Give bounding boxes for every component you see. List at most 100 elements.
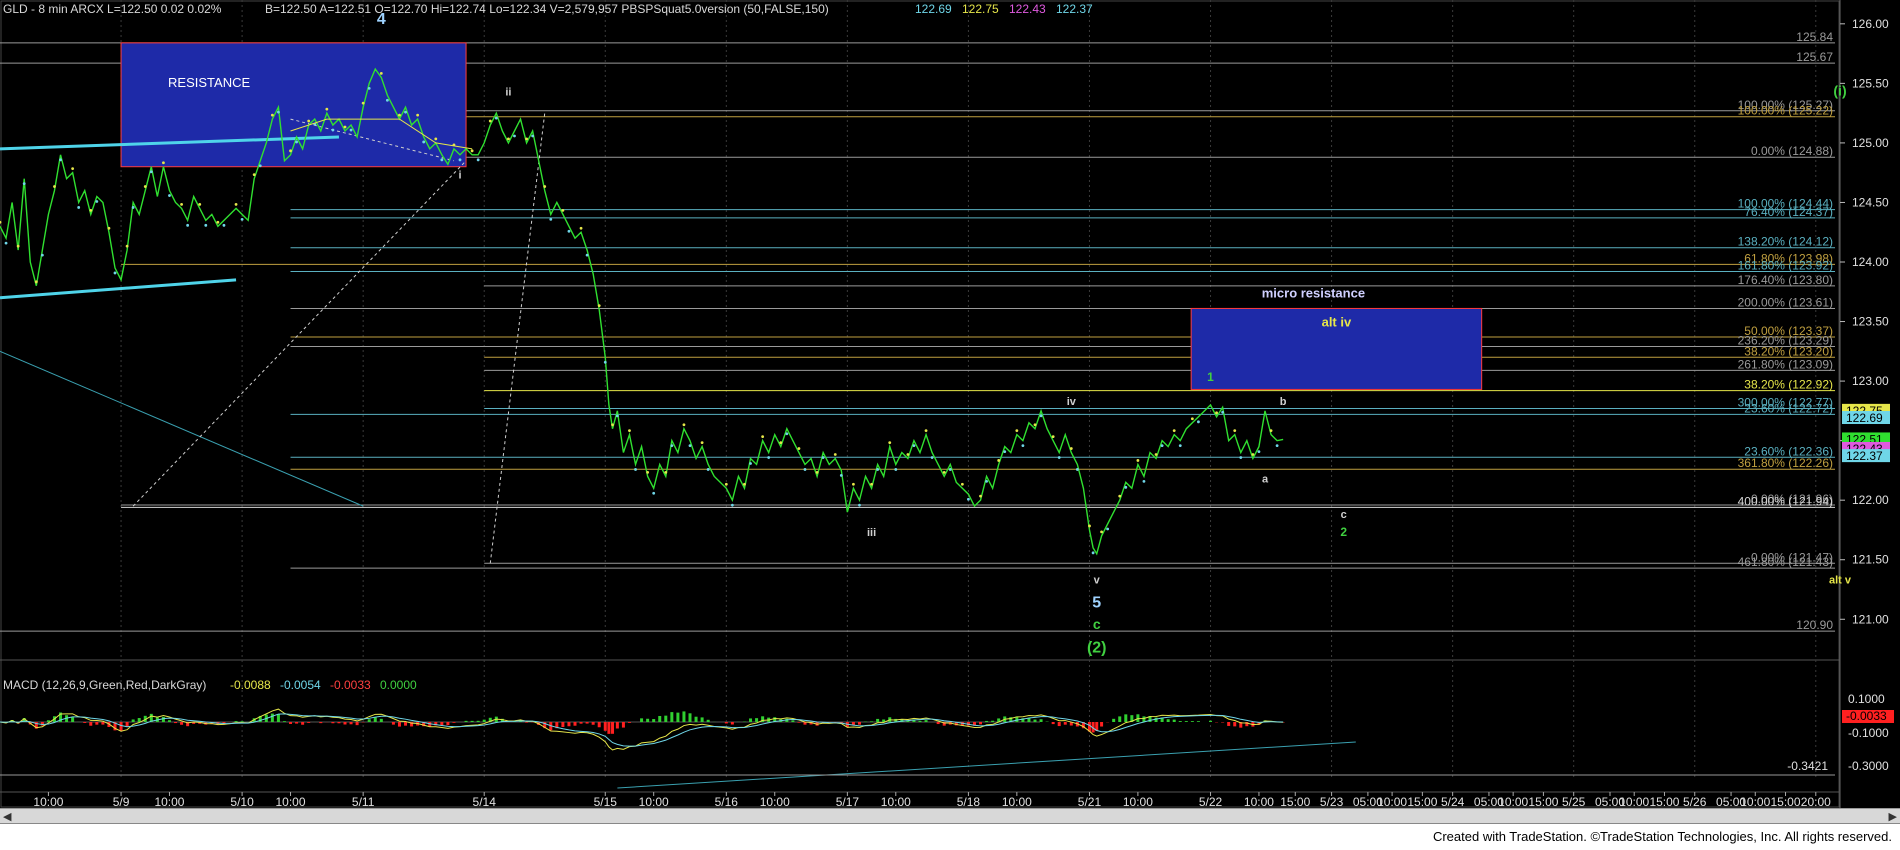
price-dot	[95, 200, 99, 203]
wave-label: c	[1341, 509, 1347, 521]
price-dot	[162, 161, 165, 165]
price-dot	[803, 468, 807, 471]
price-dot	[549, 217, 553, 221]
price-dot	[585, 253, 589, 257]
x-tick-label: 10:00	[881, 795, 911, 808]
indicator-value: 122.37	[1056, 2, 1093, 16]
price-dot	[258, 164, 262, 168]
price-dot	[1275, 444, 1279, 448]
x-tick-label: 5/15	[594, 795, 618, 808]
price-dot	[858, 503, 861, 507]
price-dot	[34, 280, 38, 284]
macd-label: MACD (12,26,9,Green,Red,DarkGray)	[3, 678, 206, 692]
price-dot	[349, 128, 353, 132]
x-tick-label: 15:00	[1649, 795, 1679, 808]
level-label: 138.20% (124.12)	[1738, 235, 1833, 249]
x-tick-label: 5/9	[113, 795, 130, 808]
wave-label: alt v	[1829, 575, 1852, 587]
price-dot	[1091, 551, 1095, 555]
price-dot	[664, 470, 668, 474]
price-dot	[143, 185, 147, 188]
price-dot	[1075, 468, 1079, 471]
zone-box	[120, 42, 467, 168]
price-dot	[567, 229, 571, 233]
wave-label: i	[458, 170, 461, 182]
quote-info: B=122.50 A=122.51 O=122.70 Hi=122.74 Lo=…	[265, 2, 829, 16]
price-dot	[1015, 429, 1019, 433]
price-dot	[894, 468, 898, 471]
x-tick-label: 15:00	[1407, 795, 1437, 808]
x-tick-label: 5/18	[957, 795, 981, 808]
price-dot	[761, 435, 765, 439]
price-dot	[470, 149, 474, 153]
price-dot	[1021, 444, 1025, 448]
price-dot	[1051, 435, 1055, 439]
zone-label: alt iv	[1322, 314, 1352, 329]
price-dot	[852, 482, 855, 486]
price-dot	[839, 474, 843, 477]
price-dot	[398, 113, 401, 117]
y-tick-label: 123.50	[1852, 315, 1889, 329]
price-dot	[525, 137, 528, 141]
price-dot	[379, 72, 383, 75]
level-label: 0.00% (124.88)	[1751, 144, 1833, 158]
y-tick-label: 122.00	[1852, 493, 1889, 507]
price-dot	[71, 167, 75, 171]
x-tick-label: 15:00	[1771, 795, 1801, 808]
price-tag-label: 122.37	[1846, 449, 1883, 463]
macd-value: -0.0088	[230, 678, 271, 692]
price-dot	[670, 444, 674, 448]
price-dot	[1257, 450, 1261, 453]
price-dot	[652, 491, 656, 495]
price-dot	[180, 203, 183, 206]
x-tick-label: 10:00	[33, 795, 63, 808]
price-dot	[815, 470, 819, 474]
x-tick-label: 10:00	[1123, 795, 1153, 808]
indicator-value: 122.69	[915, 2, 952, 16]
price-dot	[730, 503, 734, 507]
chart-window: 125.84 125.67 100.00% (125.27) 100.00% (125…	[0, 0, 1900, 850]
price-dot	[404, 110, 407, 114]
price-dot	[204, 223, 208, 227]
price-dot	[579, 226, 583, 230]
price-dot	[930, 456, 934, 459]
price-dot	[628, 429, 631, 433]
price-dot	[942, 470, 946, 474]
price-dot	[234, 203, 238, 206]
price-dot	[22, 182, 26, 186]
x-tick-label: 5/25	[1562, 795, 1586, 808]
price-dot	[1124, 485, 1128, 489]
scroll-left-icon[interactable]: ◀	[3, 810, 11, 823]
price-dot	[125, 244, 129, 248]
wave-label: (i)	[1833, 82, 1846, 98]
y-tick-label: 124.00	[1852, 255, 1889, 269]
scroll-right-icon[interactable]: ▶	[1889, 810, 1897, 823]
y-tick-label: 126.00	[1852, 17, 1889, 31]
price-dot	[40, 253, 44, 257]
price-dot	[331, 128, 335, 132]
zone-label: RESISTANCE	[168, 75, 250, 90]
level-label: 400.00% (121.94)	[1738, 494, 1833, 508]
price-dot	[434, 137, 438, 141]
level-label: 176.40% (123.80)	[1738, 273, 1833, 287]
price-dot	[979, 494, 982, 498]
indicator-value: 122.43	[1009, 2, 1046, 16]
trend-line	[489, 113, 546, 564]
macd-min-label: -0.3421	[1787, 759, 1828, 773]
price-dot	[168, 194, 171, 197]
x-tick-label: 20:00	[1801, 795, 1831, 808]
price-dot	[53, 185, 56, 188]
price-chart[interactable]: 125.84125.67100.00% (125.27)100.00% (125…	[0, 0, 1900, 809]
macd-axis-label: -0.3000	[1848, 759, 1889, 773]
level-label: 200.00% (123.61)	[1738, 295, 1833, 309]
price-dot	[1197, 420, 1200, 424]
price-dot	[385, 98, 389, 102]
price-dot	[216, 220, 220, 224]
price-dot	[985, 479, 988, 483]
symbol-info: GLD - 8 min ARCX L=122.50 0.02 0.02%	[3, 2, 222, 16]
x-tick-label: 5/21	[1078, 795, 1102, 808]
price-dot	[597, 304, 601, 308]
price-dot	[749, 462, 752, 465]
zone-title: micro resistance	[1262, 286, 1365, 301]
price-dot	[16, 244, 20, 248]
